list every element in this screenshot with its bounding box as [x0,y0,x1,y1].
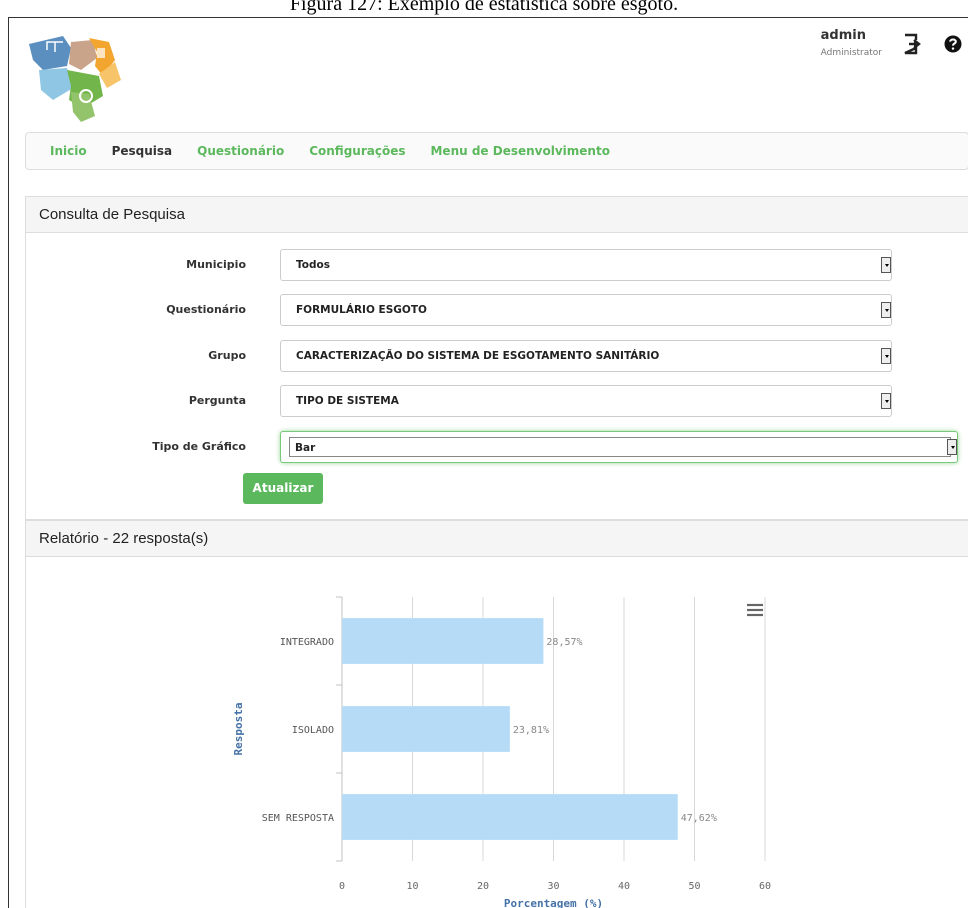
chevron-down-icon [881,348,891,364]
nav-item-questionario[interactable]: Questionário [197,144,284,158]
bar-chart: 0 10 20 30 40 50 60 INTEGRADO 28,57% ISOLADO 23,81… [232,596,771,908]
chevron-down-icon [947,439,957,455]
main-nav: Inicio Pesquisa Questionário Configuraçõ… [25,132,968,170]
chevron-down-icon [881,302,891,318]
x-tick-label: 20 [477,881,489,892]
help-icon[interactable] [942,32,964,56]
municipio-value: Todos [296,259,330,271]
chevron-down-icon [881,257,891,273]
questionario-value: FORMULÁRIO ESGOTO [296,304,427,316]
bar [342,706,510,752]
tipo-grafico-select[interactable]: Bar [280,431,958,463]
grupo-value: CARACTERIZAÇÃO DO SISTEMA DE ESGOTAMENTO… [296,350,660,362]
x-tick-label: 10 [406,881,418,892]
user-info: admin Administrator [821,28,882,58]
grupo-row: Grupo CARACTERIZAÇÃO DO SISTEMA DE ESGOT… [26,340,968,372]
update-button[interactable]: Atualizar [243,473,323,504]
user-name: admin [820,28,866,43]
tipo-grafico-row: Tipo de Gráfico Bar [26,431,968,463]
nav-item-configuracoes[interactable]: Configurações [309,144,405,158]
data-label: 47,62% [681,813,717,824]
tipo-grafico-label: Tipo de Gráfico [152,440,246,453]
grupo-label: Grupo [208,349,246,362]
app-window: admin Administrator Inicio Pesquisa Ques… [8,17,968,908]
chevron-down-icon [881,393,891,409]
query-panel-title: Consulta de Pesquisa [26,197,968,233]
category-label: ISOLADO [292,725,334,736]
data-label: 28,57% [546,637,582,648]
tipo-grafico-value: Bar [289,437,951,457]
x-axis-title: Porcentagem (%) [504,897,603,908]
pergunta-select[interactable]: TIPO DE SISTEMA [280,385,892,417]
municipio-label: Municipio [186,258,246,271]
nav-item-menu-desenvolvimento[interactable]: Menu de Desenvolvimento [430,144,609,158]
x-tick-label: 30 [547,881,559,892]
x-tick-label: 60 [759,881,771,892]
query-panel: Consulta de Pesquisa Municipio Todos Que… [25,196,968,520]
y-axis-title: Resposta [232,703,245,756]
municipio-row: Municipio Todos [26,249,968,281]
logout-icon[interactable] [902,32,924,56]
logo [29,36,121,122]
municipio-select[interactable]: Todos [280,249,892,281]
x-tick-label: 50 [688,881,700,892]
pergunta-label: Pergunta [188,394,246,407]
questionario-row: Questionário FORMULÁRIO ESGOTO [26,294,968,326]
grupo-select[interactable]: CARACTERIZAÇÃO DO SISTEMA DE ESGOTAMENTO… [280,340,892,372]
questionario-label: Questionário [166,303,246,316]
questionario-select[interactable]: FORMULÁRIO ESGOTO [280,294,892,326]
bar [342,618,544,664]
nav-item-inicio[interactable]: Inicio [50,144,87,158]
category-label: SEM RESPOSTA [262,813,334,824]
pergunta-value: TIPO DE SISTEMA [296,395,399,407]
bar [342,794,678,840]
report-panel-title: Relatório - 22 resposta(s) [26,521,968,557]
report-panel: Relatório - 22 resposta(s) 0 10 20 30 40 50 60… [25,520,968,908]
nav-item-pesquisa[interactable]: Pesquisa [112,144,173,158]
hamburger-icon[interactable] [747,603,763,617]
pergunta-row: Pergunta TIPO DE SISTEMA [26,385,968,417]
x-tick-label: 40 [618,881,630,892]
x-tick-label: 0 [339,881,345,892]
category-label: INTEGRADO [280,637,334,648]
user-role: Administrator [820,48,882,58]
data-label: 23,81% [513,725,549,736]
